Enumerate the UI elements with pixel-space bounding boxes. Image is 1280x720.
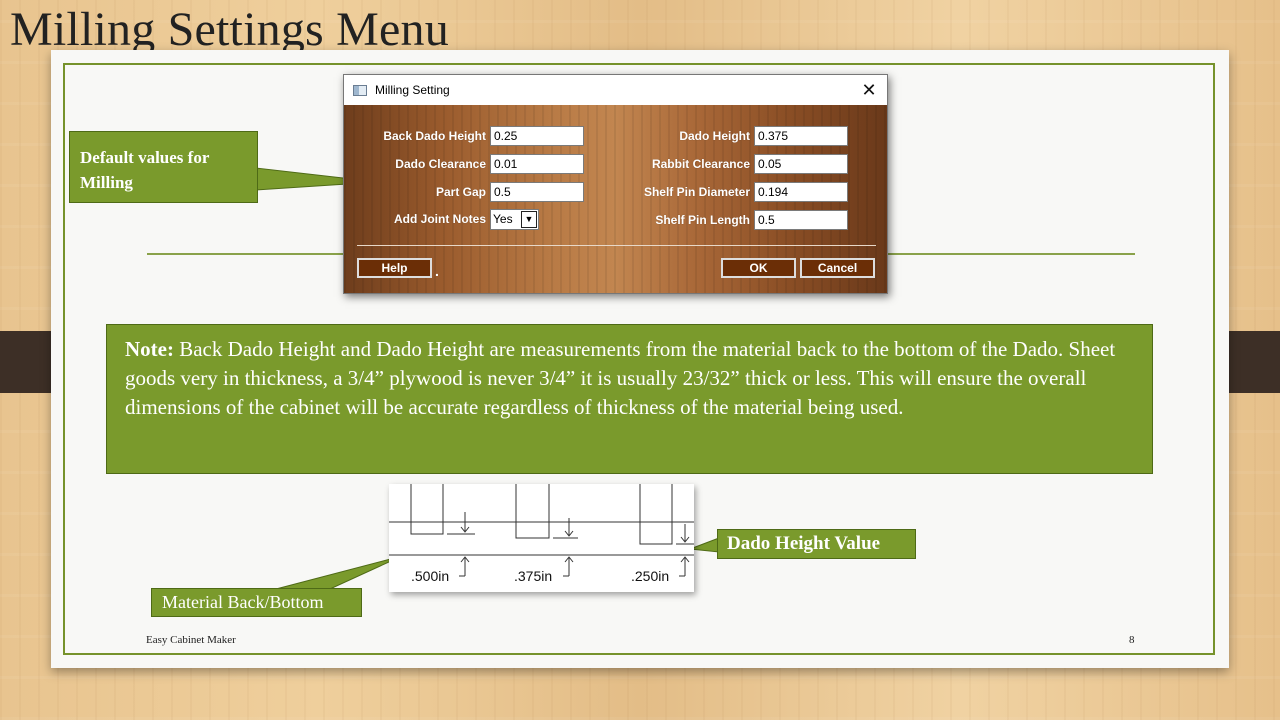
field-rabbit-clearance: Rabbit Clearance [604,153,854,175]
back-dado-height-input[interactable] [490,126,584,146]
note-label: Note: [125,337,174,361]
window-icon [353,84,367,96]
slide-title: Milling Settings Menu [10,3,449,56]
field-label: Shelf Pin Length [655,213,750,227]
ok-button[interactable]: OK [721,258,796,278]
dado-diagram-svg: .500in .375in .250in [389,484,694,584]
select-value: Yes [493,212,513,226]
dado-cut-2 [515,484,550,539]
status-dot: . [435,263,439,279]
field-back-dado-height: Back Dado Height [344,125,584,147]
field-label: Shelf Pin Diameter [643,185,750,199]
close-icon[interactable]: ✕ [859,80,879,100]
milling-setting-dialog: Milling Setting ✕ Back Dado Height Dado … [343,74,888,294]
field-label: Back Dado Height [383,129,486,143]
page-number: 8 [1129,634,1135,646]
add-joint-notes-select[interactable]: Yes ▼ [490,208,539,230]
divider-line-right [888,253,1135,255]
shelf-pin-diameter-input[interactable] [754,182,848,202]
dado-label-1: .500in [411,568,449,584]
note-text: Back Dado Height and Dado Height are mea… [125,337,1116,419]
field-add-joint-notes: Add Joint Notes Yes ▼ [344,208,584,230]
divider-line-left [147,253,343,255]
help-button[interactable]: Help [357,258,432,278]
field-label: Dado Clearance [395,157,486,171]
rabbit-clearance-input[interactable] [754,154,848,174]
default-values-callout: Default values for Milling [69,131,258,203]
field-dado-clearance: Dado Clearance [344,153,584,175]
dado-height-value-callout: Dado Height Value [717,529,916,559]
dado-cut-3 [639,484,673,545]
footer-brand: Easy Cabinet Maker [146,634,236,646]
field-label: Dado Height [679,129,750,143]
field-label: Add Joint Notes [394,212,486,226]
dialog-body: Back Dado Height Dado Clearance Part Gap… [344,105,887,293]
field-shelf-pin-diameter: Shelf Pin Diameter [604,181,854,203]
note-box: Note: Back Dado Height and Dado Height a… [106,324,1153,474]
field-dado-height: Dado Height [604,125,854,147]
shelf-pin-length-input[interactable] [754,210,848,230]
chevron-down-icon: ▼ [521,210,537,228]
dado-cut-1 [410,484,444,535]
dialog-titlebar[interactable]: Milling Setting ✕ [344,75,887,105]
field-shelf-pin-length: Shelf Pin Length [604,209,854,231]
dado-diagram: .500in .375in .250in [389,484,694,592]
dialog-separator [357,245,876,246]
dado-clearance-input[interactable] [490,154,584,174]
field-label: Rabbit Clearance [651,157,750,171]
cancel-button[interactable]: Cancel [800,258,875,278]
dado-label-2: .375in [514,568,552,584]
dado-label-3: .250in [631,568,669,584]
dado-height-input[interactable] [754,126,848,146]
field-part-gap: Part Gap [344,181,584,203]
dialog-title: Milling Setting [375,83,450,97]
field-label: Part Gap [435,185,486,199]
part-gap-input[interactable] [490,182,584,202]
material-back-callout: Material Back/Bottom [151,588,362,617]
